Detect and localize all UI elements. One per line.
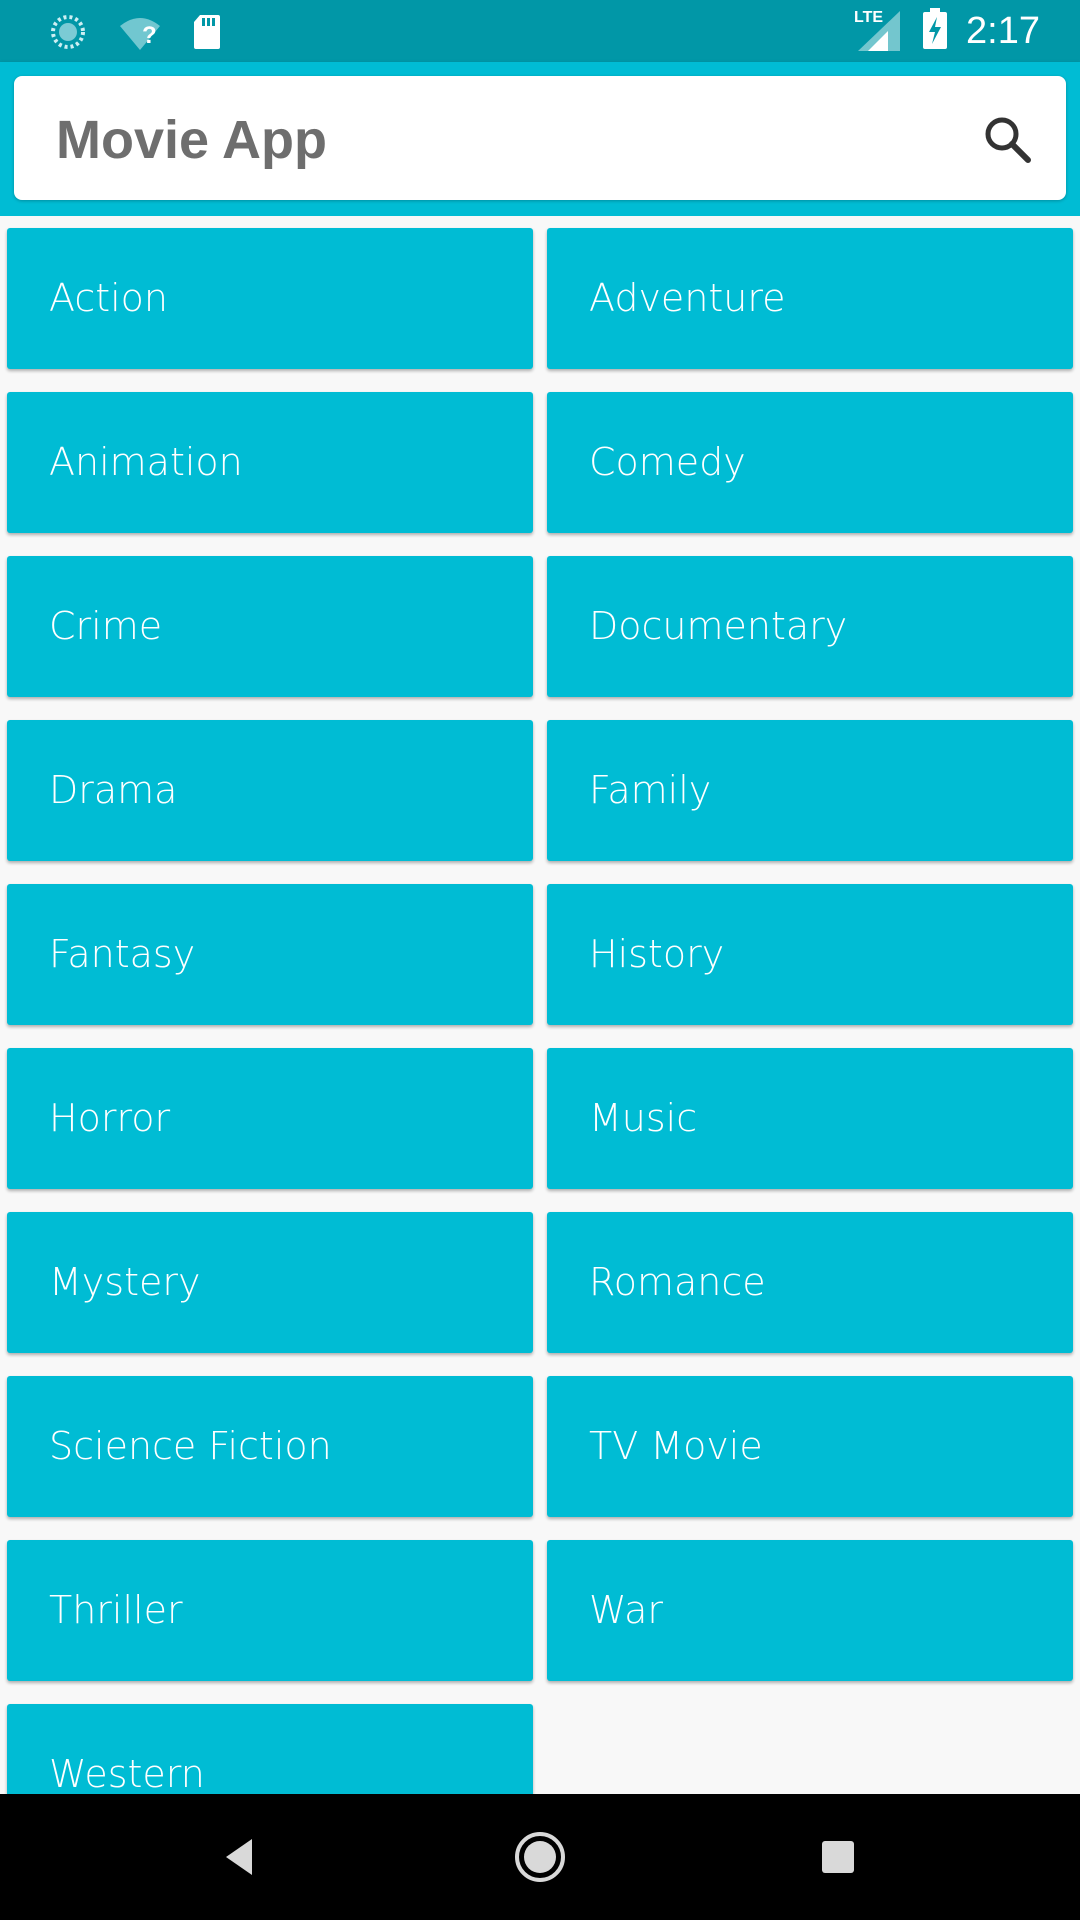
genre-label: Romance — [589, 1260, 766, 1304]
home-icon — [515, 1832, 565, 1882]
genre-label: Family — [589, 768, 712, 812]
genre-tile-adventure[interactable]: Adventure — [547, 228, 1073, 369]
app-header: Movie App — [0, 62, 1080, 216]
genre-tile-comedy[interactable]: Comedy — [547, 392, 1073, 533]
genre-label: Mystery — [49, 1260, 201, 1304]
genre-list[interactable]: Action Adventure Animation Comedy Crime … — [0, 216, 1080, 1794]
lte-label: LTE — [854, 9, 884, 26]
genre-tile-history[interactable]: History — [547, 884, 1073, 1025]
back-icon — [226, 1839, 252, 1875]
genre-tile-mystery[interactable]: Mystery — [7, 1212, 533, 1353]
genre-label: History — [589, 932, 725, 976]
genre-label: Comedy — [589, 440, 746, 484]
genre-grid: Action Adventure Animation Comedy Crime … — [7, 228, 1073, 1794]
genre-tile-science-fiction[interactable]: Science Fiction — [7, 1376, 533, 1517]
search-icon — [985, 117, 1031, 163]
search-bar[interactable]: Movie App — [14, 76, 1066, 200]
navigation-bar — [0, 1794, 1080, 1920]
genre-label: Documentary — [589, 604, 848, 648]
recents-icon — [822, 1841, 854, 1873]
genre-tile-romance[interactable]: Romance — [547, 1212, 1073, 1353]
genre-tile-thriller[interactable]: Thriller — [7, 1540, 533, 1681]
wifi-unknown-icon: ? — [118, 14, 162, 54]
genre-label: Animation — [49, 440, 243, 484]
lte-signal-icon: LTE — [854, 9, 904, 53]
genre-label: Fantasy — [49, 932, 196, 976]
genre-label: Action — [49, 276, 169, 320]
status-left-icons: ? — [48, 12, 222, 56]
genre-label: Thriller — [49, 1588, 183, 1632]
recents-button[interactable] — [803, 1822, 873, 1892]
genre-tile-tv-movie[interactable]: TV Movie — [547, 1376, 1073, 1517]
genre-tile-western[interactable]: Western — [7, 1704, 533, 1794]
home-button[interactable] — [505, 1822, 575, 1892]
genre-label: Adventure — [589, 276, 786, 320]
back-button[interactable] — [205, 1822, 275, 1892]
wifi-unknown-badge: ? — [142, 22, 157, 49]
genre-tile-action[interactable]: Action — [7, 228, 533, 369]
status-right-icons: LTE 2:17 — [854, 8, 1040, 54]
genre-label: Horror — [49, 1096, 171, 1140]
sync-icon — [48, 12, 88, 56]
genre-label: TV Movie — [589, 1424, 763, 1468]
genre-label: Music — [589, 1096, 698, 1140]
genre-tile-horror[interactable]: Horror — [7, 1048, 533, 1189]
status-time: 2:17 — [966, 10, 1040, 52]
genre-tile-animation[interactable]: Animation — [7, 392, 533, 533]
genre-label: Western — [49, 1752, 205, 1794]
sd-card-icon — [192, 13, 222, 55]
battery-charging-icon — [922, 8, 948, 54]
genre-tile-music[interactable]: Music — [547, 1048, 1073, 1189]
genre-tile-drama[interactable]: Drama — [7, 720, 533, 861]
search-button[interactable] — [982, 114, 1032, 164]
genre-tile-documentary[interactable]: Documentary — [547, 556, 1073, 697]
genre-label: War — [589, 1588, 664, 1632]
genre-label: Crime — [49, 604, 163, 648]
status-bar: ? LTE 2:17 — [0, 0, 1080, 62]
genre-tile-fantasy[interactable]: Fantasy — [7, 884, 533, 1025]
genre-tile-war[interactable]: War — [547, 1540, 1073, 1681]
genre-tile-family[interactable]: Family — [547, 720, 1073, 861]
genre-label: Science Fiction — [49, 1424, 332, 1468]
app-title: Movie App — [56, 110, 328, 170]
genre-tile-crime[interactable]: Crime — [7, 556, 533, 697]
genre-label: Drama — [49, 768, 178, 812]
